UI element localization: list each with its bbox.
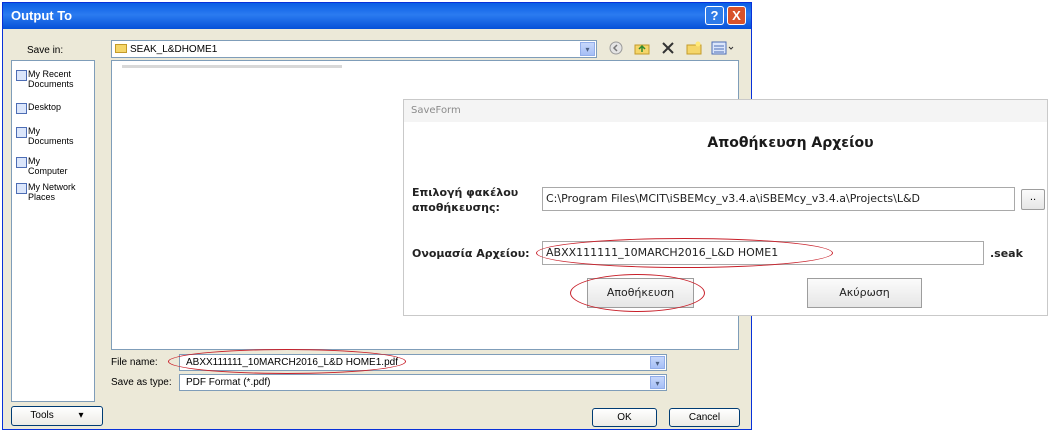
save-form-title-bar[interactable]: SaveForm xyxy=(404,100,1047,122)
chevron-down-icon: ▾ xyxy=(78,410,84,421)
delete-icon[interactable] xyxy=(657,40,679,58)
ok-button[interactable]: OK xyxy=(592,408,657,427)
save-in-dropdown-button[interactable]: ▾ xyxy=(580,42,595,56)
desktop-icon xyxy=(16,103,27,114)
place-label: Desktop xyxy=(28,102,62,112)
dialog-title: Output To xyxy=(11,8,73,23)
highlight-oval xyxy=(168,349,406,374)
save-in-combo[interactable]: SEAK_L&DHOME1 ▾ xyxy=(111,40,597,58)
file-name-label: File name: xyxy=(111,357,158,368)
cancel-button[interactable]: Cancel xyxy=(669,408,740,427)
place-label: My Computer xyxy=(28,156,68,176)
up-folder-icon[interactable] xyxy=(631,40,653,58)
save-form-title: SaveForm xyxy=(411,105,461,116)
help-button[interactable]: ? xyxy=(705,6,724,25)
highlight-oval xyxy=(536,238,833,268)
save-as-type-value: PDF Format (*.pdf) xyxy=(186,377,271,388)
place-label: My Documents xyxy=(28,126,74,146)
save-form-heading: Αποθήκευση Αρχείου xyxy=(707,135,874,151)
back-icon[interactable] xyxy=(605,40,627,58)
recent-documents-icon xyxy=(16,70,27,81)
places-bar: My Recent Documents Desktop My Documents M… xyxy=(11,60,95,402)
close-button[interactable]: X xyxy=(727,6,746,25)
file-list-placeholder-line xyxy=(122,65,342,68)
chevron-down-icon: ▾ xyxy=(655,359,660,368)
filename-label: Ονομασία Αρχείου: xyxy=(412,247,530,260)
my-computer-icon xyxy=(16,157,27,168)
tools-button[interactable]: Tools ▾ xyxy=(11,406,103,426)
chevron-down-icon: ▾ xyxy=(655,379,660,388)
folder-path-field[interactable]: C:\Program Files\MCIT\iSBEMcy_v3.4.a\iSB… xyxy=(542,187,1015,211)
new-folder-icon[interactable] xyxy=(683,40,705,58)
save-as-type-label: Save as type: xyxy=(111,377,172,388)
title-bar[interactable]: Output To ? X xyxy=(3,3,751,29)
place-label: My Recent Documents xyxy=(28,69,74,89)
views-menu-icon[interactable] xyxy=(709,40,737,58)
place-label: My Network Places xyxy=(28,182,76,202)
save-as-type-combo[interactable]: PDF Format (*.pdf) ▾ xyxy=(179,374,667,391)
file-name-dropdown-button[interactable]: ▾ xyxy=(650,356,665,369)
chevron-down-icon: ▾ xyxy=(585,45,590,54)
folder-icon xyxy=(115,44,127,53)
network-places-icon xyxy=(16,183,27,194)
folder-label: Επιλογή φακέλου αποθήκευσης: xyxy=(412,186,519,214)
extension-label: .seak xyxy=(990,247,1023,260)
browse-folder-button[interactable]: .. xyxy=(1021,189,1045,210)
my-documents-icon xyxy=(16,127,27,138)
tools-label: Tools xyxy=(30,410,54,421)
cancel-form-button[interactable]: Ακύρωση xyxy=(807,278,922,308)
save-as-type-dropdown-button[interactable]: ▾ xyxy=(650,376,665,389)
save-in-label: Save in: xyxy=(27,45,64,56)
save-in-value: SEAK_L&DHOME1 xyxy=(130,44,218,55)
save-form-dialog: SaveForm Αποθήκευση Αρχείου Επιλογή φακέ… xyxy=(403,99,1048,316)
highlight-oval xyxy=(570,274,705,312)
